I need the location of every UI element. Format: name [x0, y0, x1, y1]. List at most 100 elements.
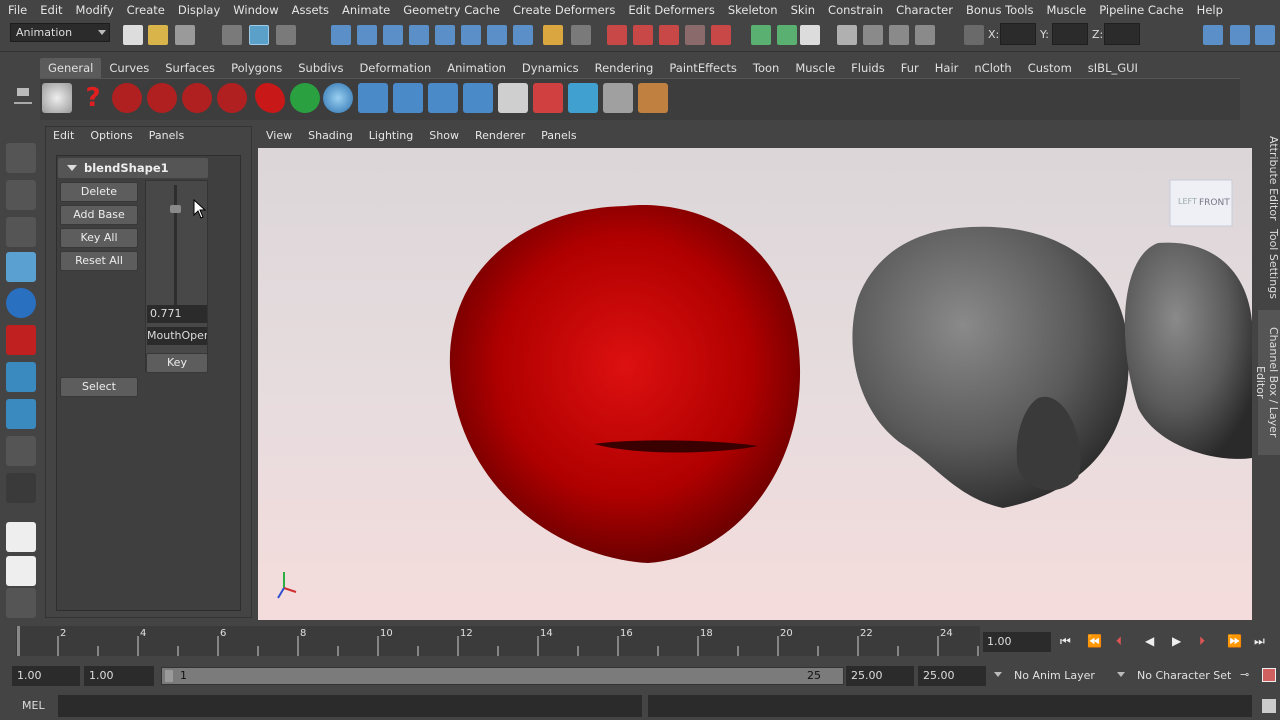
menu-skin[interactable]: Skin: [783, 3, 820, 17]
show-channel-box-icon[interactable]: [1255, 25, 1275, 45]
character-set-label[interactable]: No Character Set: [1137, 669, 1231, 682]
menu-skeleton[interactable]: Skeleton: [720, 3, 783, 17]
graph-editor-icon[interactable]: [863, 25, 883, 45]
play-forward-icon[interactable]: ▶: [1172, 634, 1190, 652]
snap-curve-icon[interactable]: [357, 25, 377, 45]
film-reel-icon[interactable]: [42, 83, 72, 113]
shelf-tool-2-icon[interactable]: [147, 83, 177, 113]
shelf-tool-8-icon[interactable]: [603, 83, 633, 113]
vp-menu-shading[interactable]: Shading: [300, 127, 361, 145]
menu-character[interactable]: Character: [888, 3, 958, 17]
select-highlight-icon[interactable]: [571, 25, 591, 45]
shelf-tab-ncloth[interactable]: nCloth: [966, 58, 1019, 78]
shelf-tab-toon[interactable]: Toon: [745, 58, 787, 78]
select-hierarchy-icon[interactable]: [222, 25, 242, 45]
delete-button[interactable]: Delete: [60, 182, 138, 202]
preferences-icon[interactable]: [1262, 668, 1276, 682]
ipr-render-icon[interactable]: [633, 25, 653, 45]
shelf-tab-curves[interactable]: Curves: [101, 58, 157, 78]
render-settings-icon[interactable]: [659, 25, 679, 45]
rotate-tool-icon[interactable]: [6, 288, 36, 318]
render-current-icon[interactable]: [607, 25, 627, 45]
menu-display[interactable]: Display: [170, 3, 225, 17]
channel-box-toggle-icon[interactable]: [777, 25, 797, 45]
go-to-end-icon[interactable]: ⏭: [1254, 634, 1272, 652]
step-back-frame-icon[interactable]: ⏴: [1116, 634, 1134, 652]
anim-layer-dropdown-icon[interactable]: [994, 672, 1002, 677]
select-button[interactable]: Select: [60, 377, 138, 397]
vp-menu-show[interactable]: Show: [421, 127, 467, 145]
new-scene-icon[interactable]: [123, 25, 143, 45]
absolute-transform-icon[interactable]: [964, 25, 984, 45]
outliner-list-icon[interactable]: [498, 83, 528, 113]
shelf-tab-dynamics[interactable]: Dynamics: [514, 58, 587, 78]
shelf-tab-custom[interactable]: Custom: [1020, 58, 1080, 78]
blend-shape-node-header[interactable]: blendShape1: [58, 158, 208, 178]
shelf-tab-hair[interactable]: Hair: [927, 58, 967, 78]
shelf-tab-surfaces[interactable]: Surfaces: [157, 58, 223, 78]
bs-menu-options[interactable]: Options: [82, 127, 140, 145]
outliner-toggle-icon[interactable]: [837, 25, 857, 45]
script-editor-icon-bottom[interactable]: [1262, 699, 1276, 713]
menu-geometry-cache[interactable]: Geometry Cache: [395, 3, 505, 17]
hierarchy-tool-2-icon[interactable]: [393, 83, 423, 113]
command-input[interactable]: [58, 695, 642, 717]
single-pane-layout-icon[interactable]: [6, 522, 36, 552]
paint-brush-icon[interactable]: [638, 83, 668, 113]
shelf-tool-6-icon[interactable]: [533, 83, 563, 113]
menu-window[interactable]: Window: [225, 3, 283, 17]
select-object-icon[interactable]: [249, 25, 269, 45]
current-time-marker[interactable]: [17, 626, 20, 656]
input-ops-icon[interactable]: [487, 25, 507, 45]
hierarchy-tool-1-icon[interactable]: [358, 83, 388, 113]
render-view-icon[interactable]: [711, 25, 731, 45]
snap-point-icon[interactable]: [383, 25, 403, 45]
go-to-start-icon[interactable]: ⏮: [1060, 634, 1078, 652]
add-base-button[interactable]: Add Base: [60, 205, 138, 225]
vp-menu-lighting[interactable]: Lighting: [361, 127, 421, 145]
snap-grid-icon[interactable]: [331, 25, 351, 45]
step-forward-frame-icon[interactable]: ⏵: [1199, 634, 1217, 652]
save-scene-icon[interactable]: [175, 25, 195, 45]
menu-animate[interactable]: Animate: [334, 3, 395, 17]
step-back-key-icon[interactable]: ⏪: [1087, 634, 1105, 652]
menu-create-deformers[interactable]: Create Deformers: [505, 3, 620, 17]
vp-menu-panels[interactable]: Panels: [533, 127, 584, 145]
shelf-tab-polygons[interactable]: Polygons: [223, 58, 290, 78]
select-component-icon[interactable]: [276, 25, 296, 45]
shelf-tab-animation[interactable]: Animation: [439, 58, 514, 78]
menu-edit-deformers[interactable]: Edit Deformers: [620, 3, 719, 17]
command-language-label[interactable]: MEL: [22, 699, 45, 712]
channel-box-tab[interactable]: Channel Box / Layer Editor: [1254, 310, 1280, 455]
shelf-tab-general[interactable]: General: [40, 58, 102, 78]
range-slider-handle[interactable]: [165, 670, 173, 682]
last-tool-icon[interactable]: [6, 473, 36, 503]
shelf-tool-4-icon[interactable]: [217, 83, 247, 113]
snap-plane-icon[interactable]: [409, 25, 429, 45]
current-frame-field[interactable]: 1.00: [983, 632, 1051, 652]
blue-sphere-icon[interactable]: [323, 83, 353, 113]
menu-modify[interactable]: Modify: [68, 3, 119, 17]
playback-end-field[interactable]: 25.00: [846, 666, 914, 686]
panel-layout-icon[interactable]: [751, 25, 771, 45]
help-query-icon[interactable]: [513, 25, 533, 45]
time-slider[interactable]: 2 4 6 8 10 12 14 16 18 20 22 24: [16, 626, 980, 656]
help-question-icon[interactable]: ?: [78, 83, 108, 113]
show-manipulator-icon[interactable]: [6, 436, 36, 466]
y-field[interactable]: [1052, 23, 1088, 45]
bs-menu-edit[interactable]: Edit: [45, 127, 82, 145]
shelf-tab-rendering[interactable]: Rendering: [587, 58, 662, 78]
script-editor-icon[interactable]: [915, 25, 935, 45]
target-weight-field[interactable]: 0.771: [147, 305, 207, 323]
shelf-options-icon[interactable]: [17, 88, 29, 96]
vp-menu-renderer[interactable]: Renderer: [467, 127, 533, 145]
animation-end-field[interactable]: 25.00: [918, 666, 986, 686]
bs-menu-panels[interactable]: Panels: [141, 127, 192, 145]
step-forward-key-icon[interactable]: ⏩: [1227, 634, 1245, 652]
shelf-tab-muscle[interactable]: Muscle: [787, 58, 843, 78]
dope-sheet-icon[interactable]: [889, 25, 909, 45]
attribute-editor-tab[interactable]: Attribute Editor: [1258, 132, 1280, 224]
menu-constrain[interactable]: Constrain: [820, 3, 888, 17]
lasso-tool-icon[interactable]: [6, 180, 36, 210]
menu-set-dropdown[interactable]: Animation: [10, 23, 110, 42]
